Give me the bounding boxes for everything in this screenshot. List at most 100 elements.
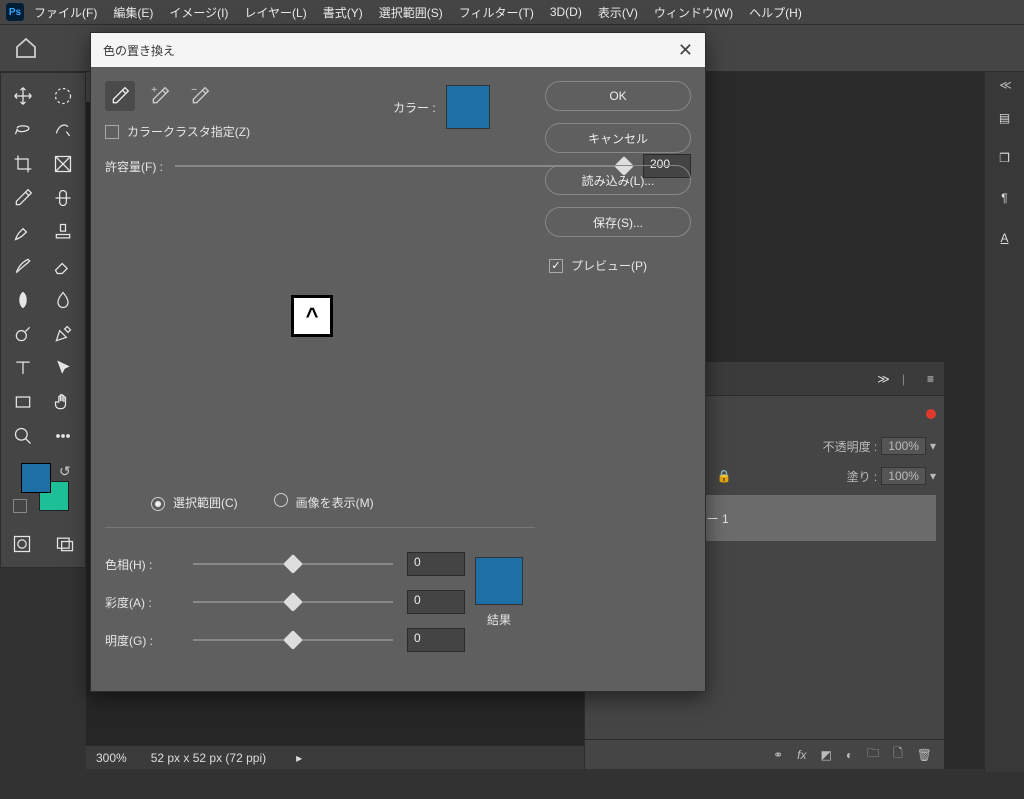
dialog-title: 色の置き換え	[103, 42, 175, 59]
default-colors-icon[interactable]	[13, 499, 27, 513]
localized-color-clusters-checkbox[interactable]	[105, 125, 119, 139]
load-button[interactable]: 読み込み(L)...	[545, 165, 691, 195]
opacity-value[interactable]: 100%	[881, 437, 926, 455]
lock-all-icon[interactable]: 🔒	[713, 469, 735, 483]
menu-layer[interactable]: レイヤー(L)	[238, 2, 312, 23]
right-panel-strip: ≪ ▤ ❒ ¶ A	[984, 72, 1024, 772]
menu-file[interactable]: ファイル(F)	[28, 2, 103, 23]
fill-label: 塗り :	[847, 468, 878, 485]
dialog-titlebar[interactable]: 色の置き換え ✕	[91, 33, 705, 67]
stamp-tool-icon[interactable]	[47, 219, 79, 245]
selected-color-swatch[interactable]	[446, 85, 490, 129]
lightness-label: 明度(G) :	[105, 632, 179, 649]
panel-icon-4[interactable]: A	[985, 218, 1024, 258]
frame-tool-icon[interactable]	[47, 151, 79, 177]
saturation-value[interactable]: 0	[407, 590, 465, 614]
layer-fx-icon[interactable]: fx	[797, 748, 806, 762]
fuzziness-label: 許容量(F) :	[105, 158, 163, 175]
dialog-divider	[105, 527, 535, 528]
crop-tool-icon[interactable]	[7, 151, 39, 177]
new-layer-icon[interactable]: 🗋	[893, 744, 903, 765]
fill-dropdown-icon[interactable]: ▾	[930, 469, 936, 483]
saturation-label: 彩度(A) :	[105, 594, 179, 611]
radio-image[interactable]: 画像を表示(M)	[274, 493, 374, 511]
menu-bar: Ps ファイル(F) 編集(E) イメージ(I) レイヤー(L) 書式(Y) 選…	[0, 0, 1024, 24]
saturation-slider[interactable]	[193, 593, 393, 611]
localized-color-clusters-label: カラークラスタ指定(Z)	[127, 123, 250, 140]
adjustment-layer-icon[interactable]: ◐	[846, 748, 853, 762]
panel-icon-1[interactable]: ▤	[985, 98, 1024, 138]
marquee-tool-icon[interactable]	[47, 83, 79, 109]
brush-tool-icon[interactable]	[7, 219, 39, 245]
panel-menu-icon[interactable]: ≡	[927, 372, 936, 386]
doc-info-menu-icon[interactable]: ▸	[296, 751, 302, 765]
menu-edit[interactable]: 編集(E)	[107, 2, 159, 23]
edit-toolbar-icon[interactable]	[47, 423, 79, 449]
preview-checkbox[interactable]	[549, 259, 563, 273]
panel-icon-2[interactable]: ❒	[985, 138, 1024, 178]
menu-type[interactable]: 書式(Y)	[317, 2, 369, 23]
link-layers-icon[interactable]: ⚭	[773, 748, 783, 762]
ok-button[interactable]: OK	[545, 81, 691, 111]
eyedropper-minus-icon[interactable]	[185, 81, 215, 111]
menu-window[interactable]: ウィンドウ(W)	[648, 2, 739, 23]
hue-slider[interactable]	[193, 555, 393, 573]
hand-tool-icon[interactable]	[47, 389, 79, 415]
menu-3d[interactable]: 3D(D)	[544, 3, 588, 21]
type-tool-icon[interactable]	[7, 355, 39, 381]
lightness-value[interactable]: 0	[407, 628, 465, 652]
result-swatch[interactable]	[475, 557, 523, 605]
menu-image[interactable]: イメージ(I)	[163, 2, 234, 23]
color-label: カラー :	[393, 99, 436, 116]
zoom-level[interactable]: 300%	[96, 751, 127, 765]
opacity-label: 不透明度 :	[823, 438, 878, 455]
eyedropper-plus-icon[interactable]	[145, 81, 175, 111]
radio-selection-label: 選択範囲(C)	[173, 496, 238, 510]
eraser-tool-icon[interactable]	[47, 253, 79, 279]
hue-value[interactable]: 0	[407, 552, 465, 576]
rectangle-tool-icon[interactable]	[7, 389, 39, 415]
eyedropper-tool-icon[interactable]	[7, 185, 39, 211]
gradient-tool-icon[interactable]	[7, 287, 39, 313]
dodge-tool-icon[interactable]	[7, 321, 39, 347]
cancel-button[interactable]: キャンセル	[545, 123, 691, 153]
quick-select-tool-icon[interactable]	[47, 117, 79, 143]
foreground-swatch[interactable]	[21, 463, 51, 493]
result-block: 結果	[475, 557, 523, 628]
radio-image-label: 画像を表示(M)	[296, 496, 374, 510]
record-dot-icon	[926, 409, 936, 419]
ps-logo-icon: Ps	[6, 3, 24, 21]
lightness-slider[interactable]	[193, 631, 393, 649]
lasso-tool-icon[interactable]	[7, 117, 39, 143]
blur-tool-icon[interactable]	[47, 287, 79, 313]
swap-colors-icon[interactable]: ↺	[59, 463, 71, 480]
fill-value[interactable]: 100%	[881, 467, 926, 485]
new-group-icon[interactable]: 🗀	[867, 744, 879, 765]
screenmode-icon[interactable]	[50, 531, 79, 557]
history-brush-tool-icon[interactable]	[7, 253, 39, 279]
result-label: 結果	[475, 611, 523, 628]
layers-panel-footer: ⚭ fx ◩ ◐ 🗀 🗋 🗑	[585, 739, 944, 769]
color-swatches: ↺	[7, 463, 79, 523]
menu-filter[interactable]: フィルター(T)	[453, 2, 540, 23]
pen-tool-icon[interactable]	[47, 321, 79, 347]
quickmask-icon[interactable]	[7, 531, 36, 557]
healing-tool-icon[interactable]	[47, 185, 79, 211]
close-icon[interactable]: ✕	[678, 40, 693, 61]
save-button[interactable]: 保存(S)...	[545, 207, 691, 237]
eyedropper-icon[interactable]	[105, 81, 135, 111]
radio-selection[interactable]: 選択範囲(C)	[151, 494, 238, 511]
zoom-tool-icon[interactable]	[7, 423, 39, 449]
path-select-tool-icon[interactable]	[47, 355, 79, 381]
expand-panels-icon[interactable]: ≪	[985, 72, 1024, 98]
menu-view[interactable]: 表示(V)	[592, 2, 644, 23]
home-icon[interactable]	[10, 32, 42, 64]
panel-collapse-icon[interactable]: ≫	[877, 372, 888, 386]
menu-help[interactable]: ヘルプ(H)	[743, 2, 808, 23]
panel-icon-3[interactable]: ¶	[985, 178, 1024, 218]
opacity-dropdown-icon[interactable]: ▾	[930, 439, 936, 453]
layer-mask-icon[interactable]: ◩	[821, 748, 832, 762]
delete-layer-icon[interactable]: 🗑	[917, 748, 932, 762]
menu-select[interactable]: 選択範囲(S)	[373, 2, 449, 23]
move-tool-icon[interactable]	[7, 83, 39, 109]
